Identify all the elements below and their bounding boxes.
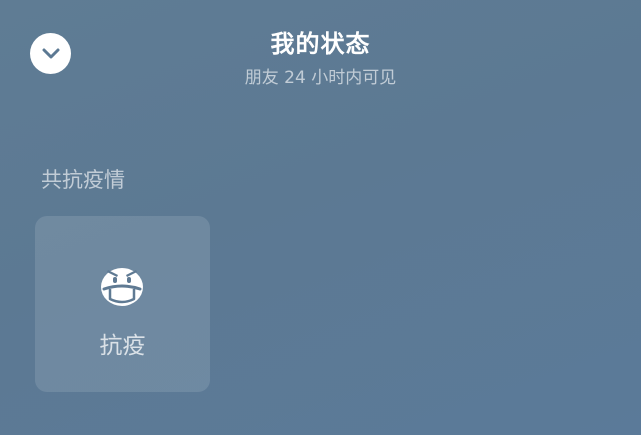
status-card-label: 抗疫 xyxy=(99,333,146,359)
mask-face-icon xyxy=(98,261,146,309)
visibility-subtitle: 朋友 24 小时内可见 xyxy=(244,68,397,88)
section-title: 共抗疫情 xyxy=(41,168,125,192)
status-card-anti-epidemic[interactable]: 抗疫 xyxy=(35,216,210,392)
page-title: 我的状态 xyxy=(270,30,371,58)
